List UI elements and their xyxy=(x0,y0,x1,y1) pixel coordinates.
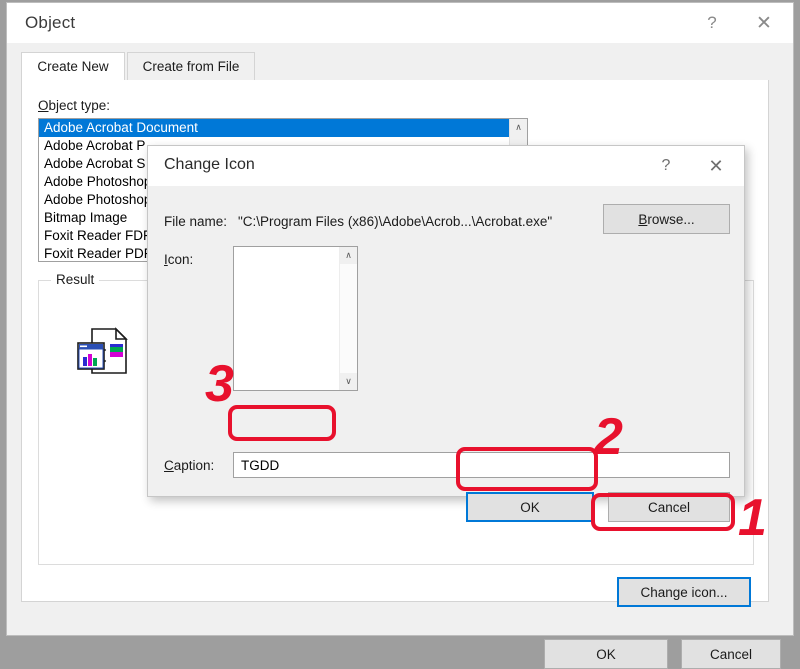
file-name-value: "C:\Program Files (x86)\Adobe\Acrob...\A… xyxy=(238,214,553,229)
chevron-down-icon[interactable]: ∨ xyxy=(340,373,357,390)
tab-create-new[interactable]: Create New xyxy=(21,52,125,80)
result-object-icon xyxy=(72,323,132,379)
file-name-label: File name: xyxy=(164,214,228,229)
object-type-label: Object type: xyxy=(38,98,111,113)
result-group-label: Result xyxy=(51,272,100,287)
cancel-button[interactable]: Cancel xyxy=(681,639,781,669)
caption-input[interactable] xyxy=(233,452,730,478)
icon-listbox-scrollbar[interactable]: ∧ ∨ xyxy=(339,247,357,390)
ok-button[interactable]: OK xyxy=(544,639,668,669)
chevron-up-icon[interactable]: ∧ xyxy=(510,119,527,136)
change-icon-title: Change Icon xyxy=(164,156,255,173)
icon-label: Icon: xyxy=(164,252,194,267)
close-icon[interactable]: ✕ xyxy=(741,3,787,43)
icon-listbox[interactable]: ∧ ∨ xyxy=(233,246,358,391)
help-icon[interactable]: ? xyxy=(689,3,735,43)
page-title: Object xyxy=(25,13,76,32)
browse-button[interactable]: Browse... xyxy=(603,204,730,234)
change-icon-cancel-button[interactable]: Cancel xyxy=(608,492,730,522)
tab-strip: Create New Create from File xyxy=(21,52,769,81)
change-icon-titlebar: Change Icon ? ✕ xyxy=(148,146,744,186)
object-titlebar: Object ? ✕ xyxy=(7,3,793,43)
caption-label: Caption: xyxy=(164,458,215,473)
help-icon[interactable]: ? xyxy=(644,146,688,186)
list-item[interactable]: Adobe Acrobat Document xyxy=(39,119,527,137)
change-icon-body: File name: "C:\Program Files (x86)\Adobe… xyxy=(148,186,744,522)
change-icon-dialog: Change Icon ? ✕ File name: "C:\Program F… xyxy=(147,145,745,522)
tab-create-from-file[interactable]: Create from File xyxy=(127,52,255,80)
change-icon-button[interactable]: Change icon... xyxy=(617,577,751,607)
close-icon[interactable]: ✕ xyxy=(694,146,738,186)
chevron-up-icon[interactable]: ∧ xyxy=(340,247,357,264)
change-icon-ok-button[interactable]: OK xyxy=(466,492,594,522)
